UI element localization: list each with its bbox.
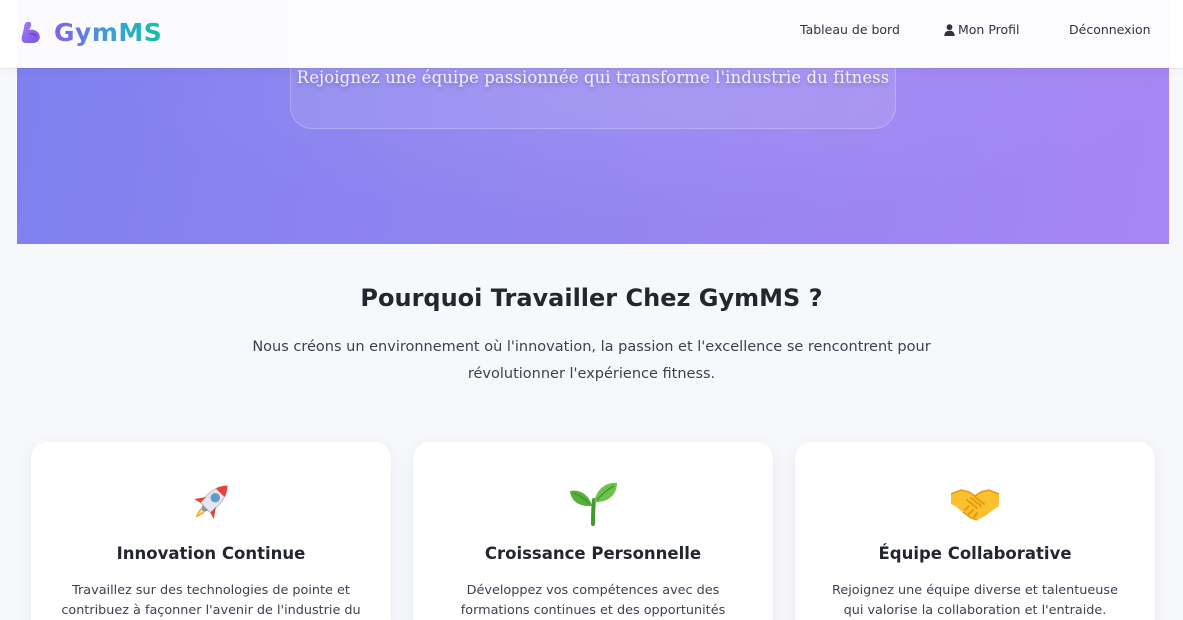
hero-subtitle: Rejoignez une équipe passionnée qui tran…	[296, 68, 890, 87]
seedling-icon	[413, 476, 773, 528]
feature-card-growth: Croissance Personnelle Développez vos co…	[413, 442, 773, 620]
nav-link-logout[interactable]: Déconnexion	[1069, 22, 1151, 37]
nav-link-profile[interactable]: Mon Profil	[944, 22, 1020, 37]
user-icon	[944, 23, 955, 36]
feature-card-innovation: Innovation Continue Travaillez sur des t…	[31, 442, 391, 620]
nav-link-dashboard[interactable]: Tableau de bord	[800, 22, 900, 37]
careers-page: Rejoignez une équipe passionnée qui tran…	[0, 0, 1183, 620]
handshake-icon	[795, 476, 1155, 528]
card-title: Croissance Personnelle	[484, 544, 702, 563]
card-text: Travaillez sur des technologies de point…	[61, 583, 361, 618]
nav-link-dashboard-label: Tableau de bord	[800, 22, 900, 37]
why-section-title: Pourquoi Travailler Chez GymMS ?	[360, 284, 823, 312]
card-title: Innovation Continue	[116, 544, 306, 563]
card-text: Rejoignez une équipe diverse et talentue…	[832, 583, 1118, 618]
nav-link-profile-label: Mon Profil	[958, 22, 1020, 37]
rocket-icon	[31, 476, 391, 528]
card-text: Développez vos compétences avec des form…	[460, 583, 726, 618]
nav-links: Tableau de bord Mon Profil Déconnexion	[0, 22, 1183, 42]
feature-card-team: Équipe Collaborative Rejoignez une équip…	[795, 442, 1155, 620]
card-title: Équipe Collaborative	[878, 544, 1072, 563]
nav-link-logout-label: Déconnexion	[1069, 22, 1151, 37]
why-section-text: Nous créons un environnement où l'innova…	[252, 339, 931, 382]
top-navbar: GymMS Tableau de bord Mon Profil Déconne…	[0, 0, 1183, 68]
